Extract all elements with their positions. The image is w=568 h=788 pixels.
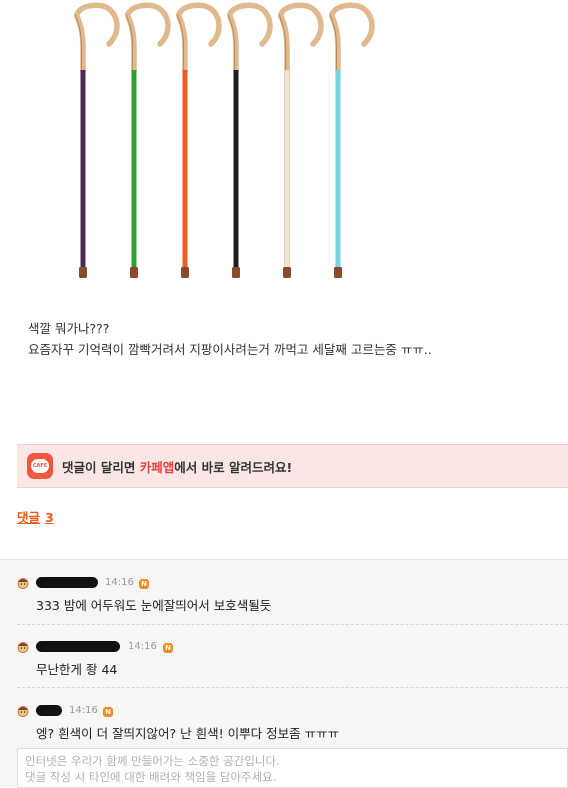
- comment-divider: [17, 687, 568, 688]
- avatar-icon: [17, 642, 29, 653]
- banner-text-highlight: 카페앱: [139, 459, 175, 475]
- comment-item: 14:16 N 333 밤에 어두워도 눈에잘띄어서 보호색될듯: [17, 575, 568, 613]
- cane-3: [176, 2, 222, 278]
- new-badge: N: [163, 643, 173, 653]
- comment-label: 댓글: [17, 510, 41, 525]
- composer-placeholder-line2: 댓글 작성 시 타인에 대한 배려와 책임을 담아주세요.: [25, 770, 277, 784]
- cafe-icon-label: CAFE: [31, 459, 49, 473]
- comment-item: 14:16 N 엥? 흰색이 더 잘띄지않어? 난 흰색! 이뿌다 정보좀 ㅠㅠ…: [17, 703, 568, 741]
- comment-count-link[interactable]: 댓글 3: [17, 507, 54, 526]
- banner-message: 댓글이 달리면 카페앱에서 바로 알려드려요!: [62, 457, 292, 476]
- comment-time: 14:16: [128, 641, 157, 652]
- new-badge: N: [103, 707, 113, 717]
- comment-time: 14:16: [69, 705, 98, 716]
- cafe-app-icon: CAFE: [27, 453, 53, 479]
- comment-text: 무난한게 좡 44: [36, 662, 118, 677]
- cane-1: [74, 2, 120, 278]
- post-image-canes: [74, 2, 375, 278]
- new-badge: N: [139, 579, 149, 589]
- banner-text-after: 에서 바로 알려드려요!: [174, 459, 293, 475]
- nickname-redacted[interactable]: [36, 577, 98, 588]
- comment-time: 14:16: [105, 577, 134, 588]
- post-body: 색깔 뭐가나??? 요즘자꾸 기억력이 깜빡거려서 지팡이사려는거 까먹고 세달…: [28, 318, 432, 360]
- avatar-icon: [17, 578, 29, 589]
- comment-divider: [17, 624, 568, 625]
- comment-text: 엥? 흰색이 더 잘띄지않어? 난 흰색! 이뿌다 정보좀 ㅠㅠㅠ: [36, 726, 340, 741]
- post-line-story: 요즘자꾸 기억력이 깜빡거려서 지팡이사려는거 까먹고 세달째 고르는중 ㅠㅠ.…: [28, 342, 432, 357]
- post-line-question: 색깔 뭐가나???: [28, 321, 110, 336]
- nickname-redacted[interactable]: [36, 705, 62, 716]
- composer-placeholder-line1: 인터넷은 우리가 함께 만들어가는 소중한 공간입니다.: [25, 754, 280, 768]
- cane-2: [125, 2, 171, 278]
- cane-6: [329, 2, 375, 278]
- comment-item: 14:16 N 무난한게 좡 44: [17, 639, 568, 677]
- cafe-app-banner[interactable]: CAFE 댓글이 달리면 카페앱에서 바로 알려드려요!: [17, 444, 568, 488]
- comment-text: 333 밤에 어두워도 눈에잘띄어서 보호색될듯: [36, 598, 272, 613]
- comment-input[interactable]: 인터넷은 우리가 함께 만들어가는 소중한 공간입니다. 댓글 작성 시 타인에…: [17, 748, 568, 788]
- nickname-redacted[interactable]: [36, 641, 120, 652]
- cane-4: [227, 2, 273, 278]
- banner-text-before: 댓글이 달리면: [62, 459, 140, 475]
- comment-count-number: 3: [45, 510, 54, 525]
- cane-5: [278, 2, 324, 278]
- avatar-icon: [17, 706, 29, 717]
